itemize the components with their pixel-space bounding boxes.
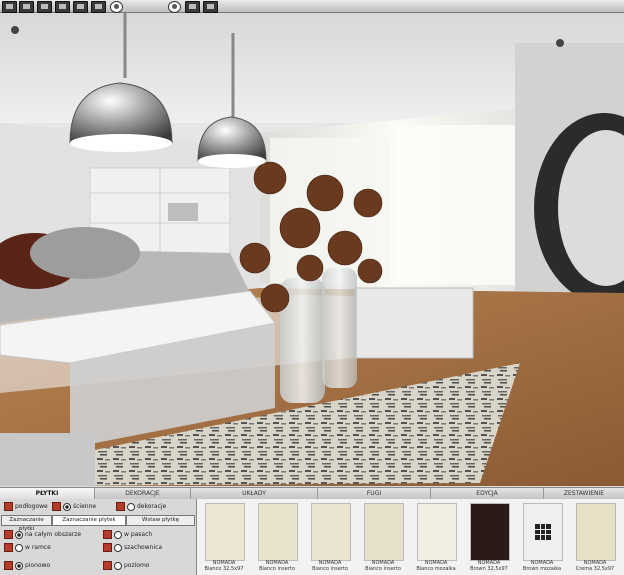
- placement-checker[interactable]: szachownica: [103, 543, 162, 552]
- subtab-select-tiles[interactable]: Zaznaczanie płytek: [52, 515, 126, 526]
- decor-option[interactable]: dekoracje: [116, 502, 166, 511]
- tile-name: Bianco inserto: [365, 566, 401, 572]
- room-3d-viewport[interactable]: [0, 13, 624, 486]
- tile-item[interactable]: NOMADA Brown 32,5x97: [464, 501, 514, 575]
- tile-item[interactable]: NOMADA Brown mozaika: [517, 501, 567, 575]
- mosaic-icon: [535, 524, 551, 540]
- open-icon[interactable]: [19, 1, 34, 13]
- tile-item[interactable]: NOMADA Crema 32,5x97: [570, 501, 620, 575]
- lock-icon[interactable]: [110, 1, 123, 13]
- tab-tiles[interactable]: PŁYTKI: [0, 488, 95, 499]
- whole-radio[interactable]: [15, 530, 23, 539]
- tile-name: Bianco mozaika: [416, 566, 456, 572]
- tile-catalog: NOMADA Bianco 32,5x97 NOMADA Bianco insert…: [197, 499, 624, 575]
- frame-radio[interactable]: [15, 543, 23, 552]
- whole-icon: [4, 530, 13, 539]
- decor-radio[interactable]: [127, 502, 135, 511]
- placement-frame[interactable]: w ramce: [4, 543, 51, 552]
- tile-swatch: [311, 503, 351, 561]
- tile-name: Bianco inserto: [259, 566, 295, 572]
- tile-name: Bianco inserto: [312, 566, 348, 572]
- subtab-insert-tile[interactable]: Wstaw płytkę: [126, 515, 195, 526]
- vertical-icon: [4, 561, 13, 570]
- save-icon[interactable]: [37, 1, 52, 13]
- tab-summary[interactable]: ZESTAWIENIE: [544, 488, 624, 499]
- main-toolbar: [0, 0, 624, 13]
- placement-strips[interactable]: w pasach: [103, 530, 152, 539]
- tile-swatch: [576, 503, 616, 561]
- horizontal-radio[interactable]: [114, 561, 122, 570]
- print-icon[interactable]: [55, 1, 70, 13]
- tile-item[interactable]: NOMADA Bianco 32,5x97: [199, 501, 249, 575]
- horizontal-icon: [103, 561, 112, 570]
- wall-option[interactable]: ścienne: [52, 502, 96, 511]
- tile-item[interactable]: NOMADA Bianco inserto: [305, 501, 355, 575]
- tile-name: Brown mozaika: [522, 566, 562, 572]
- tile-swatch: [364, 503, 404, 561]
- tile-name: Crema 32,5x97: [575, 566, 615, 572]
- tab-layouts[interactable]: UKŁADY: [191, 488, 318, 499]
- tile-swatch: [470, 503, 510, 561]
- tile-swatch: [417, 503, 457, 561]
- export-icon[interactable]: [73, 1, 88, 13]
- tile-name: Bianco 32,5x97: [204, 566, 244, 572]
- render-icon[interactable]: [185, 1, 200, 13]
- frame-icon: [4, 543, 13, 552]
- vertical-radio[interactable]: [15, 561, 23, 570]
- tile-swatch: [205, 503, 245, 561]
- settings-icon[interactable]: [91, 1, 106, 13]
- strips-radio[interactable]: [114, 530, 122, 539]
- checker-radio[interactable]: [114, 543, 122, 552]
- orientation-vertical[interactable]: pionowo: [4, 561, 50, 570]
- subtab-select-tile[interactable]: Zaznaczanie płytki: [1, 515, 52, 532]
- tile-item[interactable]: NOMADA Bianco mozaika: [411, 501, 461, 575]
- tile-swatch: [258, 503, 298, 561]
- checker-icon: [103, 543, 112, 552]
- floor-option[interactable]: podłogowe: [4, 502, 48, 511]
- new-icon[interactable]: [2, 1, 17, 13]
- tile-item[interactable]: NOMADA Bianco inserto: [252, 501, 302, 575]
- decor-icon: [116, 502, 125, 511]
- wall-radio[interactable]: [63, 502, 71, 511]
- strips-icon: [103, 530, 112, 539]
- placement-whole[interactable]: na całym obszarze: [4, 530, 81, 539]
- tab-edit[interactable]: EDYCJA: [431, 488, 544, 499]
- orientation-horizontal[interactable]: poziomo: [103, 561, 149, 570]
- tile-name: Brown 32,5x97: [470, 566, 508, 572]
- tile-swatch: [523, 503, 563, 561]
- floor-icon: [4, 502, 13, 511]
- tile-options-panel: podłogowe ścienne dekoracje Zaznaczanie …: [0, 499, 197, 575]
- view-icon[interactable]: [203, 1, 218, 13]
- tab-grout[interactable]: FUGI: [318, 488, 431, 499]
- tile-item[interactable]: NOMADA Bianco inserto: [358, 501, 408, 575]
- camera-icon[interactable]: [168, 1, 181, 13]
- wall-icon: [52, 502, 61, 511]
- tab-decorations[interactable]: DEKORACJE: [95, 488, 191, 499]
